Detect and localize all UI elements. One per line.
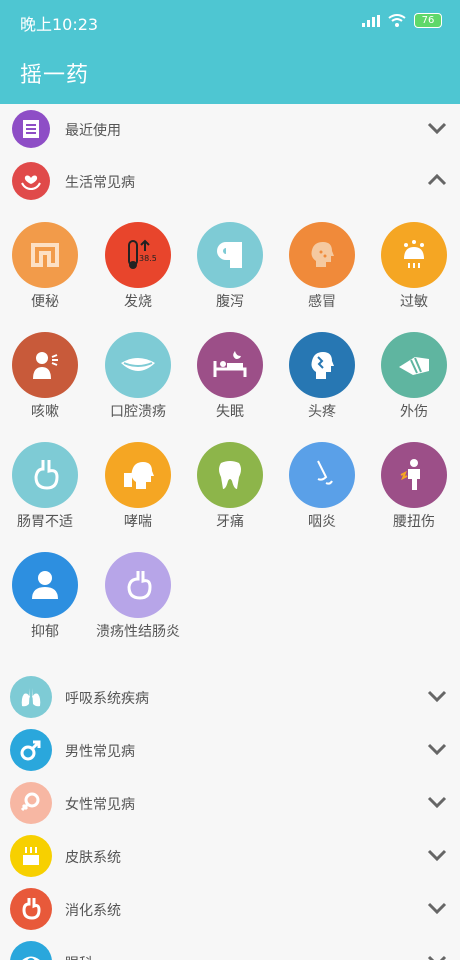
category-recent[interactable]: 最近使用 (0, 104, 460, 154)
tooth-icon (197, 442, 263, 508)
svg-text:38.5: 38.5 (139, 254, 156, 263)
signal-icon (362, 14, 380, 27)
stomach-icon (12, 442, 78, 508)
stomach-icon (10, 888, 52, 930)
disease-item[interactable]: 牙痛 (185, 442, 275, 531)
disease-item[interactable]: 腰扭伤 (369, 442, 459, 531)
chevron-up-icon (427, 173, 447, 186)
disease-item[interactable]: 38.5 发烧 (93, 222, 183, 311)
disease-label: 咽炎 (308, 514, 336, 530)
disease-label: 腹泻 (216, 294, 244, 310)
disease-label: 腰扭伤 (393, 514, 435, 530)
category-label: 眼科 (65, 953, 93, 960)
disease-item[interactable]: 失眠 (185, 332, 275, 421)
chevron-down-icon (427, 743, 447, 756)
colon-icon (105, 552, 171, 618)
category-eye[interactable]: 眼科 (0, 937, 460, 960)
disease-label: 便秘 (31, 294, 59, 310)
heart-hand-icon (12, 162, 50, 200)
chevron-down-icon (427, 796, 447, 809)
disease-label: 抑郁 (31, 624, 59, 640)
category-label: 皮肤系统 (65, 850, 121, 866)
mouth-icon (105, 332, 171, 398)
cough-icon (12, 332, 78, 398)
app-bar: 晚上10:23 76 摇一药 (0, 0, 460, 104)
chevron-down-icon (427, 849, 447, 862)
battery-level: 76 (421, 15, 435, 26)
category-label: 生活常见病 (65, 175, 135, 191)
eye-icon (10, 941, 52, 960)
chevron-down-icon (427, 955, 447, 960)
category-male[interactable]: 男性常见病 (0, 725, 460, 775)
disease-label: 溃疡性结肠炎 (96, 624, 180, 640)
disease-label: 肠胃不适 (17, 514, 73, 530)
disease-item[interactable]: 过敏 (369, 222, 459, 311)
disease-item[interactable]: 便秘 (0, 222, 90, 311)
disease-label: 过敏 (400, 294, 428, 310)
cold-head-icon (289, 222, 355, 288)
status-icons: 76 (362, 13, 442, 28)
throat-icon (289, 442, 355, 508)
disease-item[interactable]: 咽炎 (277, 442, 367, 531)
category-respiratory[interactable]: 呼吸系统疾病 (0, 672, 460, 722)
inhaler-icon (105, 442, 171, 508)
category-label: 最近使用 (65, 123, 121, 139)
category-skin[interactable]: 皮肤系统 (0, 831, 460, 881)
news-icon (12, 110, 50, 148)
disease-label: 感冒 (308, 294, 336, 310)
disease-item[interactable]: 咳嗽 (0, 332, 90, 421)
person-icon (12, 552, 78, 618)
bandage-arm-icon (381, 332, 447, 398)
headache-icon (289, 332, 355, 398)
disease-item[interactable]: 外伤 (369, 332, 459, 421)
page-title: 摇一药 (20, 63, 90, 88)
chevron-down-icon (427, 122, 447, 135)
disease-label: 牙痛 (216, 514, 244, 530)
category-digestive[interactable]: 消化系统 (0, 884, 460, 934)
female-symbol-icon (10, 782, 52, 824)
disease-label: 发烧 (124, 294, 152, 310)
male-symbol-icon (10, 729, 52, 771)
intestine-icon (12, 222, 78, 288)
category-label: 消化系统 (65, 903, 121, 919)
disease-item[interactable]: 感冒 (277, 222, 367, 311)
thermometer-icon: 38.5 (105, 222, 171, 288)
allergy-icon (381, 222, 447, 288)
disease-label: 外伤 (400, 404, 428, 420)
chevron-down-icon (427, 690, 447, 703)
lungs-icon (10, 676, 52, 718)
disease-item[interactable]: 抑郁 (0, 552, 90, 641)
disease-item[interactable]: 哮喘 (93, 442, 183, 531)
wifi-icon (388, 14, 406, 27)
chevron-down-icon (427, 902, 447, 915)
skin-icon (10, 835, 52, 877)
category-female[interactable]: 女性常见病 (0, 778, 460, 828)
status-time: 晚上10:23 (20, 15, 99, 34)
category-label: 男性常见病 (65, 744, 135, 760)
disease-item[interactable]: 腹泻 (185, 222, 275, 311)
toilet-paper-icon (197, 222, 263, 288)
disease-item[interactable]: 肠胃不适 (0, 442, 90, 531)
category-list: 最近使用 生活常见病 便秘 38.5 发烧 腹泻 感冒 过敏 咳嗽 口腔溃疡 失… (0, 104, 460, 960)
category-label: 呼吸系统疾病 (65, 691, 149, 707)
disease-label: 哮喘 (124, 514, 152, 530)
bed-moon-icon (197, 332, 263, 398)
disease-item[interactable]: 头疼 (277, 332, 367, 421)
disease-label: 咳嗽 (31, 404, 59, 420)
disease-label: 口腔溃疡 (110, 404, 166, 420)
category-common[interactable]: 生活常见病 (0, 156, 460, 206)
disease-item[interactable]: 溃疡性结肠炎 (93, 552, 183, 641)
back-pain-icon (381, 442, 447, 508)
disease-label: 头疼 (308, 404, 336, 420)
disease-label: 失眠 (216, 404, 244, 420)
category-label: 女性常见病 (65, 797, 135, 813)
disease-item[interactable]: 口腔溃疡 (93, 332, 183, 421)
battery-icon: 76 (414, 13, 442, 28)
